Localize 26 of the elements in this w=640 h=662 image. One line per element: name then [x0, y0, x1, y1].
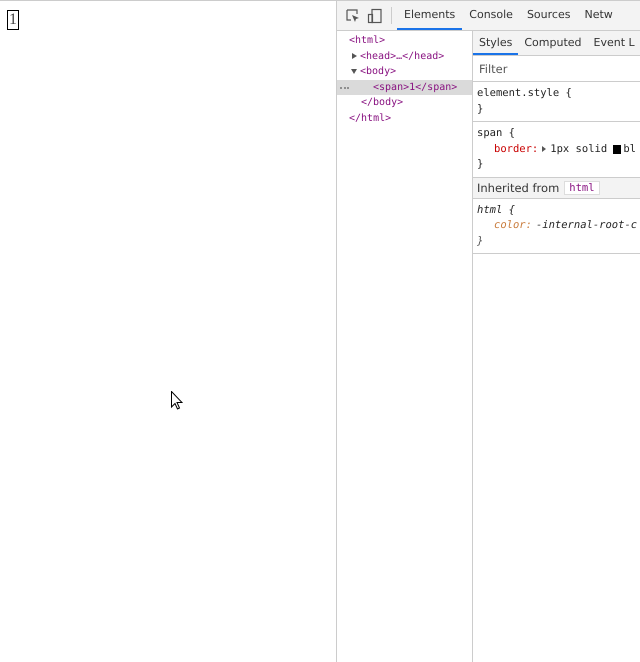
panel-tab[interactable]: Netw — [577, 1, 620, 30]
panel-tab[interactable]: Console — [462, 1, 520, 30]
css-selector: html { — [477, 202, 516, 218]
styles-tab[interactable]: Computed — [518, 31, 588, 55]
panel-tab[interactable]: Elements — [397, 1, 462, 30]
styles-tab[interactable]: Event L — [588, 31, 640, 55]
styles-tab[interactable]: Styles — [473, 31, 518, 55]
css-property-name: border: — [494, 142, 538, 156]
panel-tab[interactable]: Sources — [520, 1, 578, 30]
dom-tree-line[interactable]: <body> — [337, 64, 472, 80]
dom-tree-line[interactable]: </body> — [337, 95, 472, 110]
closing-brace: } — [477, 157, 484, 172]
inherited-tag-link[interactable]: html — [564, 180, 600, 194]
css-property-value: bl — [623, 142, 636, 156]
dom-tree-line[interactable]: <head>…</head> — [337, 48, 472, 64]
dom-tree-line[interactable]: </html> — [337, 110, 472, 126]
dom-tree-line[interactable]: <html> — [337, 33, 472, 48]
bordered-span-text: 1 — [7, 10, 19, 30]
closing-brace: } — [477, 102, 484, 116]
closing-brace: } — [477, 234, 484, 248]
css-property-name: color: — [494, 218, 532, 233]
css-property-value: -internal-root-c — [536, 218, 638, 233]
inherited-label: Inherited from — [477, 180, 560, 194]
css-property-value: 1px solid — [550, 142, 608, 156]
css-selector: span { — [477, 126, 516, 141]
css-selector: element.style { — [477, 86, 573, 101]
